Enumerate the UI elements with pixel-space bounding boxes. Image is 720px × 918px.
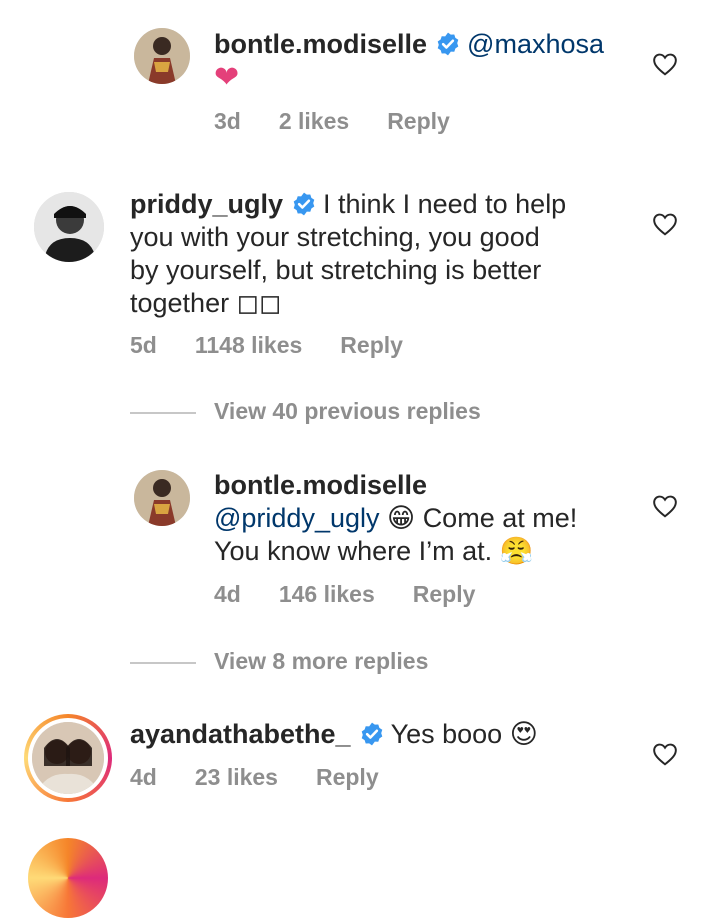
avatar-image: [34, 192, 104, 262]
view-more-replies-label[interactable]: View 8 more replies: [214, 648, 428, 675]
comment-text: bontle.modiselle @maxhosa ❤: [214, 28, 634, 95]
verified-badge-icon: [293, 192, 315, 216]
username[interactable]: bontle.modiselle: [214, 29, 427, 59]
heart-outline-icon[interactable]: [652, 212, 678, 236]
avatar[interactable]: [34, 192, 104, 262]
avatar[interactable]: [134, 28, 190, 84]
likes-count[interactable]: 23 likes: [195, 764, 278, 790]
reply-button[interactable]: Reply: [387, 108, 450, 134]
comment-time: 5d: [130, 332, 157, 358]
verified-badge-icon: [361, 722, 382, 746]
heart-outline-icon[interactable]: [652, 742, 678, 766]
comment-line-1: Yes booo: [390, 719, 503, 749]
comment-meta: 5d 1148 likes Reply: [130, 332, 441, 359]
comment-time: 4d: [214, 581, 241, 607]
avatar[interactable]: [134, 470, 190, 526]
comment-meta: 4d 146 likes Reply: [214, 581, 513, 608]
comment-meta: 4d 23 likes Reply: [130, 764, 417, 791]
username[interactable]: ayandathabethe_: [130, 719, 351, 749]
comment-text: ayandathabethe_ Yes booo 😍: [130, 718, 630, 751]
comment-time: 3d: [214, 108, 241, 134]
comment-4: ayandathabethe_ Yes booo 😍 4d 23 likes Repl…: [0, 700, 720, 820]
heart-outline-icon[interactable]: [652, 52, 678, 76]
view-more-replies[interactable]: View 8 more replies: [130, 648, 650, 678]
heart-emoji: ❤: [214, 60, 240, 95]
mention-link[interactable]: @maxhosa: [467, 29, 604, 59]
likes-count[interactable]: 1148 likes: [195, 332, 302, 358]
comment-reply-1: bontle.modiselle @maxhosa ❤ 3d 2 likes Repl…: [0, 0, 720, 150]
comment-meta: 3d 2 likes Reply: [214, 108, 488, 135]
comment-line-3: by yourself, but stretching is better: [130, 255, 542, 285]
grin-emoji: 😁: [387, 503, 416, 534]
comment-2: priddy_ugly I think I need to help you wi…: [0, 180, 720, 380]
avatar-image: [134, 470, 190, 526]
reply-button[interactable]: Reply: [340, 332, 403, 358]
comment-time: 4d: [130, 764, 157, 790]
comment-line-2: You know where I’m at.: [214, 536, 493, 566]
next-comment-story-ring[interactable]: [28, 838, 108, 918]
divider-line: [130, 412, 196, 414]
verified-badge-icon: [437, 32, 459, 56]
view-previous-replies[interactable]: View 40 previous replies: [130, 398, 650, 428]
comment-line-1: I think I need to help: [323, 189, 567, 219]
comment-line-2: you with your stretching, you good: [130, 222, 540, 252]
comment-line-4: together ◻◻: [130, 288, 282, 318]
avatar[interactable]: [32, 722, 104, 794]
heart-outline-icon[interactable]: [652, 494, 678, 518]
avatar-image: [32, 722, 104, 794]
comment-text: bontle.modiselle @priddy_ugly 😁 Come at …: [214, 469, 644, 568]
reply-button[interactable]: Reply: [413, 581, 476, 607]
comment-reply-2: bontle.modiselle @priddy_ugly 😁 Come at …: [0, 460, 720, 620]
username[interactable]: priddy_ugly: [130, 189, 283, 219]
comment-line-1: Come at me!: [422, 503, 578, 533]
username[interactable]: bontle.modiselle: [214, 470, 427, 500]
likes-count[interactable]: 2 likes: [279, 108, 349, 134]
reply-button[interactable]: Reply: [316, 764, 379, 790]
avatar-image: [134, 28, 190, 84]
likes-count[interactable]: 146 likes: [279, 581, 375, 607]
mention-link[interactable]: @priddy_ugly: [214, 503, 380, 533]
heart-eyes-emoji: 😍: [509, 719, 538, 750]
steam-emoji: 😤: [499, 536, 534, 567]
divider-line: [130, 662, 196, 664]
comment-text: priddy_ugly I think I need to help you wi…: [130, 188, 630, 320]
view-previous-replies-label[interactable]: View 40 previous replies: [214, 398, 481, 425]
